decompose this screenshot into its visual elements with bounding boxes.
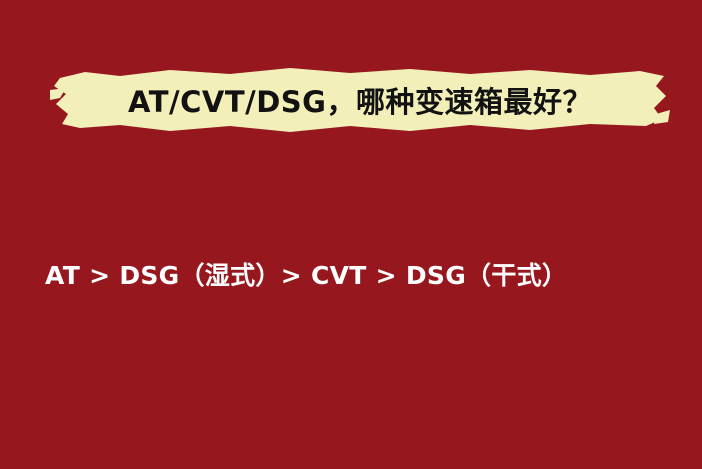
title-banner: AT/CVT/DSG，哪种变速箱最好？ [50, 64, 670, 136]
page-title: AT/CVT/DSG，哪种变速箱最好？ [128, 85, 592, 119]
slide-canvas: AT/CVT/DSG，哪种变速箱最好？ AT > DSG（湿式）> CVT > … [0, 0, 702, 469]
gearbox-ranking-text: AT > DSG（湿式）> CVT > DSG（干式） [45, 261, 568, 290]
